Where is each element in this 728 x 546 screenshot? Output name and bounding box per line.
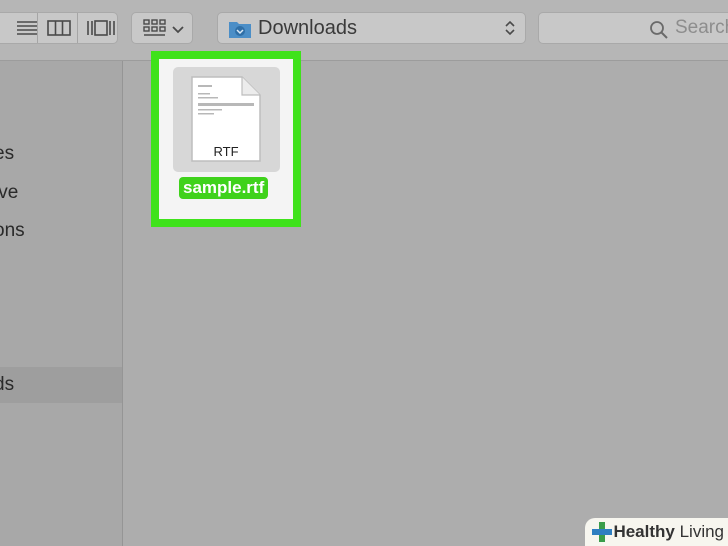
file-type-label: RTF [213, 144, 238, 159]
sidebar-item-downloads[interactable]: ds [0, 374, 14, 396]
sidebar-selected-row [0, 367, 122, 403]
search-icon [649, 20, 669, 40]
watermark-brand-rest: Living [674, 522, 724, 541]
up-down-chevron-icon [504, 18, 516, 38]
path-label: Downloads [258, 17, 357, 39]
chevron-down-icon [172, 22, 184, 34]
sidebar-item-1[interactable]: es [0, 143, 14, 165]
downloads-folder-icon [228, 19, 252, 39]
rtf-document-icon: RTF [191, 76, 261, 162]
column-view-icon[interactable] [47, 18, 73, 38]
search-field[interactable] [538, 12, 728, 44]
plus-logo-icon [592, 522, 613, 542]
sidebar-item-3[interactable]: ons [0, 220, 25, 242]
cover-flow-icon[interactable] [86, 18, 116, 38]
watermark: Healthy Living [585, 518, 728, 546]
view-mode-segmented-control [0, 12, 118, 44]
file-name-label[interactable]: sample.rtf [179, 177, 269, 199]
arrange-button[interactable] [131, 12, 193, 44]
grid-arrange-icon [143, 19, 169, 37]
file-item[interactable]: RTF [173, 67, 280, 172]
watermark-brand-bold: Healthy [613, 522, 675, 541]
sidebar: es ive ons ds [0, 61, 123, 546]
sidebar-item-2[interactable]: ive [0, 182, 18, 204]
search-input[interactable] [675, 16, 728, 40]
toolbar: Downloads [0, 0, 728, 61]
path-popup-button[interactable]: Downloads [217, 12, 526, 44]
list-view-icon[interactable] [3, 16, 39, 40]
